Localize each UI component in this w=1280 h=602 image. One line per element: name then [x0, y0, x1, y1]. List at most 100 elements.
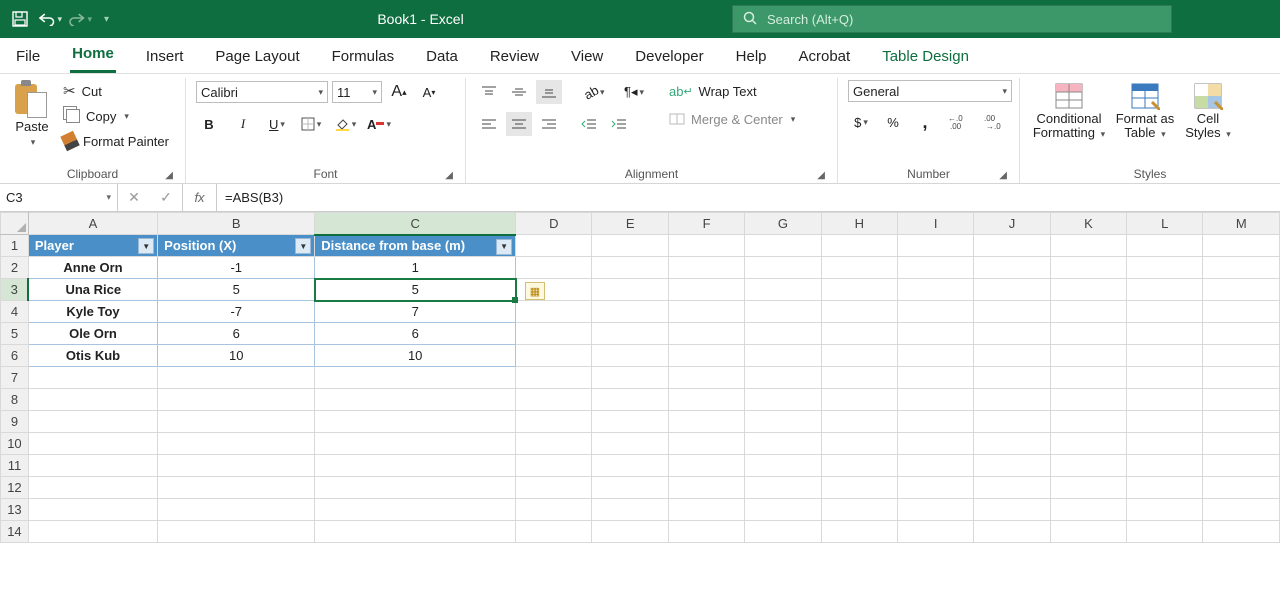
- cell[interactable]: [668, 323, 744, 345]
- cell[interactable]: [821, 477, 897, 499]
- row-header[interactable]: 9: [1, 411, 29, 433]
- cell[interactable]: [821, 235, 897, 257]
- cell[interactable]: [1127, 301, 1203, 323]
- font-color-button[interactable]: A▾: [366, 112, 392, 136]
- cell[interactable]: [1127, 279, 1203, 301]
- cell[interactable]: [745, 499, 821, 521]
- column-header[interactable]: E: [592, 213, 668, 235]
- cell[interactable]: [668, 477, 744, 499]
- dialog-launcher-icon[interactable]: ◢: [165, 170, 173, 181]
- cell[interactable]: [668, 455, 744, 477]
- cell[interactable]: [1203, 499, 1280, 521]
- column-header[interactable]: B: [158, 213, 315, 235]
- column-header[interactable]: C: [315, 213, 516, 235]
- cell[interactable]: [1203, 345, 1280, 367]
- borders-button[interactable]: ▾: [298, 112, 324, 136]
- cell[interactable]: [745, 389, 821, 411]
- cell[interactable]: [516, 345, 592, 367]
- cell[interactable]: [898, 411, 974, 433]
- cell[interactable]: [974, 499, 1050, 521]
- cell[interactable]: [1050, 323, 1126, 345]
- cell[interactable]: [1050, 411, 1126, 433]
- cell[interactable]: [1050, 279, 1126, 301]
- worksheet-grid[interactable]: A B C D E F G H I J K L M 1 Player▼ Posi…: [0, 212, 1280, 543]
- dialog-launcher-icon[interactable]: ◢: [999, 170, 1007, 181]
- cell[interactable]: -1: [158, 257, 315, 279]
- cell[interactable]: [592, 411, 668, 433]
- tab-review[interactable]: Review: [488, 48, 541, 73]
- cell[interactable]: [974, 521, 1050, 543]
- cell[interactable]: [315, 521, 516, 543]
- cell[interactable]: [1050, 367, 1126, 389]
- row-header[interactable]: 1: [1, 235, 29, 257]
- cell[interactable]: [974, 389, 1050, 411]
- save-icon[interactable]: [8, 8, 32, 30]
- fill-color-button[interactable]: ▾: [332, 112, 358, 136]
- row-header[interactable]: 8: [1, 389, 29, 411]
- cell[interactable]: Otis Kub: [28, 345, 157, 367]
- cut-button[interactable]: Cut: [60, 80, 172, 102]
- cell[interactable]: [668, 257, 744, 279]
- cell[interactable]: [1050, 235, 1126, 257]
- align-bottom-button[interactable]: [536, 80, 562, 104]
- column-header[interactable]: D: [516, 213, 592, 235]
- row-header[interactable]: 5: [1, 323, 29, 345]
- cell[interactable]: [898, 521, 974, 543]
- percent-format-button[interactable]: %: [880, 110, 906, 134]
- cell[interactable]: [898, 455, 974, 477]
- tab-data[interactable]: Data: [424, 48, 460, 73]
- cell[interactable]: 7: [315, 301, 516, 323]
- tab-insert[interactable]: Insert: [144, 48, 186, 73]
- cell[interactable]: [28, 521, 157, 543]
- cell[interactable]: [668, 521, 744, 543]
- name-box[interactable]: C3▾: [0, 184, 118, 211]
- cell[interactable]: 5: [158, 279, 315, 301]
- table-header-cell[interactable]: Player▼: [28, 235, 157, 257]
- cell[interactable]: [315, 389, 516, 411]
- cell[interactable]: [821, 345, 897, 367]
- cell[interactable]: [745, 235, 821, 257]
- cell[interactable]: [898, 323, 974, 345]
- cell[interactable]: [974, 257, 1050, 279]
- cell[interactable]: Ole Orn: [28, 323, 157, 345]
- cell[interactable]: [1203, 279, 1280, 301]
- row-header[interactable]: 14: [1, 521, 29, 543]
- cell[interactable]: 6: [315, 323, 516, 345]
- cell[interactable]: [1203, 433, 1280, 455]
- conditional-formatting-button[interactable]: Conditional Formatting ▾: [1030, 80, 1108, 141]
- cell[interactable]: [974, 455, 1050, 477]
- cell[interactable]: [1203, 323, 1280, 345]
- cell[interactable]: [745, 477, 821, 499]
- cell[interactable]: [898, 389, 974, 411]
- column-header[interactable]: K: [1050, 213, 1126, 235]
- cell[interactable]: [592, 521, 668, 543]
- search-box[interactable]: Search (Alt+Q): [732, 5, 1172, 33]
- tab-view[interactable]: View: [569, 48, 605, 73]
- cell[interactable]: [1050, 433, 1126, 455]
- cell[interactable]: [898, 367, 974, 389]
- cell[interactable]: [1127, 367, 1203, 389]
- cell[interactable]: [158, 455, 315, 477]
- cell[interactable]: [315, 367, 516, 389]
- merge-center-button[interactable]: Merge & Center ▾: [666, 108, 798, 130]
- table-header-cell[interactable]: Position (X)▼: [158, 235, 315, 257]
- cell[interactable]: [516, 433, 592, 455]
- cell[interactable]: [1203, 367, 1280, 389]
- cell[interactable]: [821, 499, 897, 521]
- cell[interactable]: [974, 411, 1050, 433]
- tab-page-layout[interactable]: Page Layout: [213, 48, 301, 73]
- cell[interactable]: [592, 477, 668, 499]
- cell[interactable]: [898, 257, 974, 279]
- cell[interactable]: [1203, 235, 1280, 257]
- bold-button[interactable]: B: [196, 112, 222, 136]
- cell[interactable]: [821, 411, 897, 433]
- cell[interactable]: [668, 433, 744, 455]
- cell[interactable]: [898, 499, 974, 521]
- cell[interactable]: [516, 257, 592, 279]
- cell[interactable]: [745, 345, 821, 367]
- filter-dropdown-icon[interactable]: ▼: [138, 238, 154, 254]
- row-header[interactable]: 4: [1, 301, 29, 323]
- cell[interactable]: [28, 411, 157, 433]
- tab-home[interactable]: Home: [70, 45, 116, 73]
- cell[interactable]: [821, 323, 897, 345]
